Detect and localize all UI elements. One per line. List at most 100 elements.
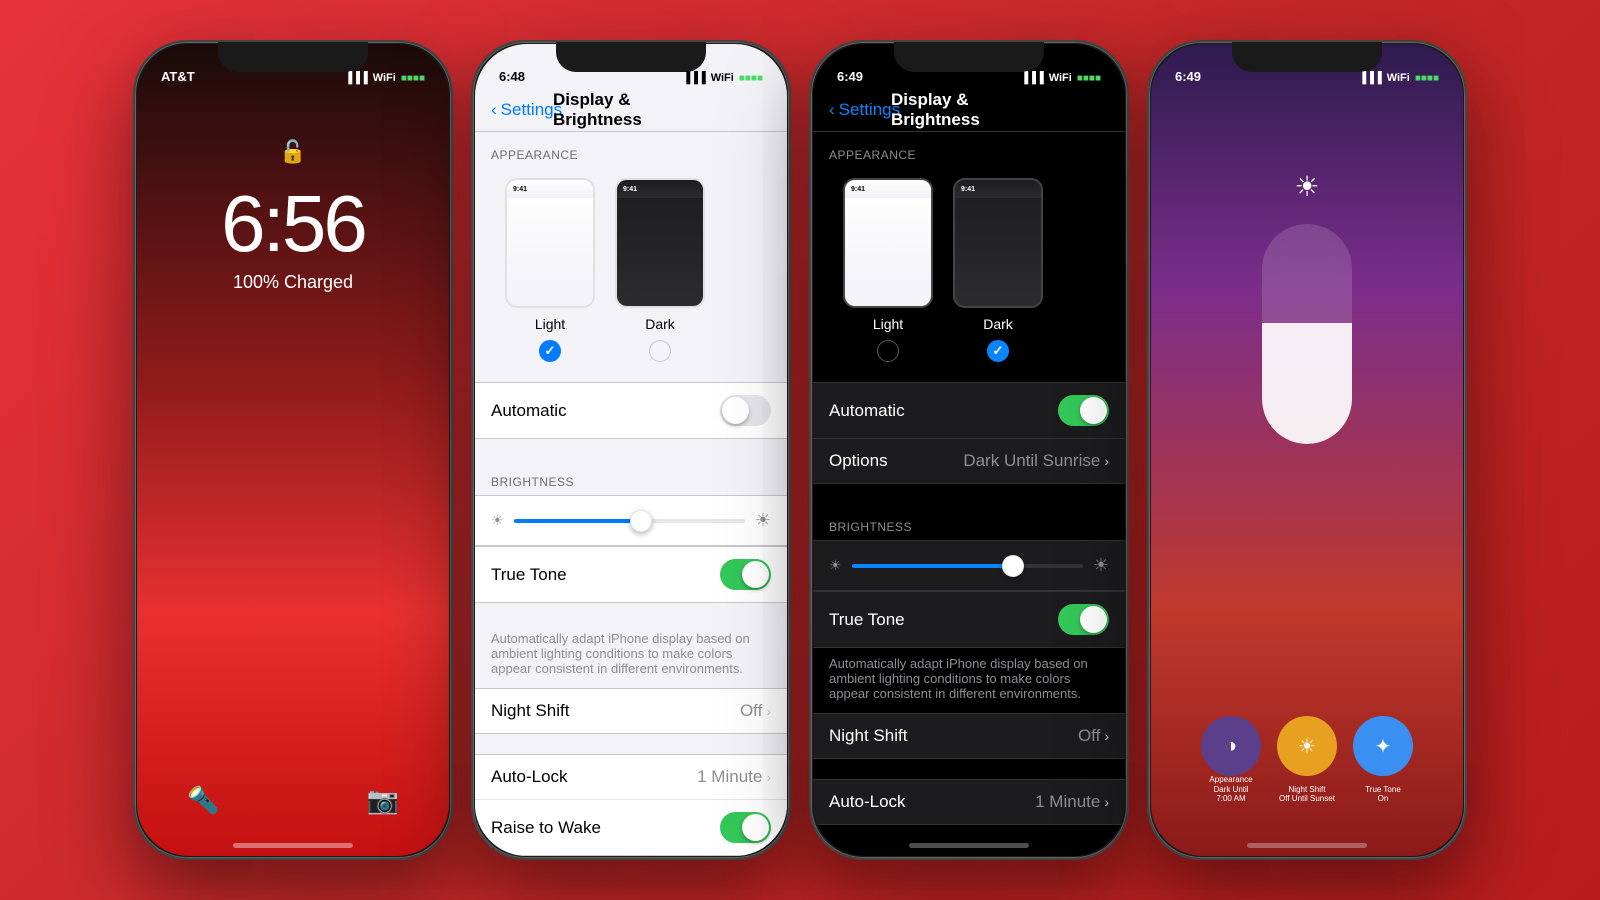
home-indicator-4 — [1247, 843, 1367, 848]
back-chevron-2: ‹ — [491, 100, 497, 120]
dark-option-2[interactable]: 9:41 Dark — [615, 178, 705, 362]
light-thumb-2: 9:41 — [505, 178, 595, 308]
carrier-label: AT&T — [161, 69, 195, 84]
nav-back-3[interactable]: ‹ Settings — [829, 100, 900, 120]
appearance-header-3: APPEARANCE — [813, 132, 1125, 168]
sun-icon-4: ☀ — [1285, 164, 1329, 208]
truetone-ctrl-btn[interactable]: ✦ — [1353, 716, 1413, 776]
signal-4: ▐▐▐ — [1358, 72, 1381, 84]
nightshift-label-2: Night Shift — [491, 701, 569, 721]
sun-large-2: ☀ — [755, 510, 771, 531]
thumb-time-dark2: 9:41 — [623, 186, 637, 193]
nightshift-ctrl-btn[interactable]: ☀ — [1277, 716, 1337, 776]
truetone-label-3: True Tone — [829, 610, 905, 630]
status-icons-4: ▐▐▐ WiFi ■■■■ — [1358, 72, 1439, 84]
truetone-desc-3: Automatically adapt iPhone display based… — [813, 648, 1125, 713]
brightness-slider-3[interactable]: ☀ ☀ — [829, 551, 1109, 580]
home-indicator-1 — [233, 843, 353, 848]
brightness-header-3: BRIGHTNESS — [813, 504, 1125, 540]
light-label-2: Light — [535, 316, 565, 332]
phone-2: 6:48 ▐▐▐ WiFi ■■■■ ‹ Settings Display & … — [471, 40, 791, 860]
time-label-4: 6:49 — [1175, 69, 1201, 84]
options-value-3: Dark Until Sunrise › — [963, 451, 1109, 471]
raise-toggle-2[interactable] — [720, 812, 771, 843]
lock-status: 100% Charged — [137, 272, 449, 293]
truetone-toggle-3[interactable] — [1058, 604, 1109, 635]
truetone-group-2: True Tone — [475, 546, 787, 603]
nav-title-3: Display & Brightness — [891, 90, 1047, 130]
autolock-chevron-2: › — [766, 769, 771, 785]
automatic-toggle-2[interactable] — [720, 395, 771, 426]
nightshift-btn-wrap: ☀ Night ShiftOff Until Sunset — [1277, 716, 1337, 776]
thumb-status-light: 9:41 — [507, 180, 593, 198]
truetone-row-2[interactable]: True Tone — [475, 547, 787, 602]
wifi-4: WiFi — [1387, 72, 1410, 84]
dark-radio-3[interactable] — [987, 340, 1009, 362]
settings-dark-screen: 6:49 ▐▐▐ WiFi ■■■■ ‹ Settings Display & … — [813, 44, 1125, 856]
autolock-row-2[interactable]: Auto-Lock 1 Minute › — [475, 755, 787, 800]
automatic-row-3[interactable]: Automatic — [813, 383, 1125, 439]
nightshift-value-3: Off › — [1078, 726, 1109, 746]
sun-small-2: ☀ — [491, 512, 504, 529]
autolock-row-3[interactable]: Auto-Lock 1 Minute › — [813, 780, 1125, 824]
nightshift-row-3[interactable]: Night Shift Off › — [813, 714, 1125, 758]
truetone-label-2: True Tone — [491, 565, 567, 585]
back-chevron-3: ‹ — [829, 100, 835, 120]
nav-back-2[interactable]: ‹ Settings — [491, 100, 562, 120]
autolock-group-2: Auto-Lock 1 Minute › Raise to Wake — [475, 754, 787, 856]
notch-1 — [223, 44, 363, 72]
truetone-toggle-2[interactable] — [720, 559, 771, 590]
sun-small-3: ☀ — [829, 557, 842, 574]
wifi-icon: WiFi — [373, 72, 396, 84]
phone-1: AT&T ▐▐▐ WiFi ■■■■ 🔓 6:56 100% Charged 🔦… — [133, 40, 453, 860]
slider-thumb-3[interactable] — [1002, 555, 1024, 577]
notch-2 — [561, 44, 701, 72]
appearance-ctrl-icon: ◑ — [1225, 735, 1237, 758]
automatic-toggle-3[interactable] — [1058, 395, 1109, 426]
phone-4: 6:49 ▐▐▐ WiFi ■■■■ ☀ ◑ AppearanceDark Un… — [1147, 40, 1467, 860]
automatic-row-2[interactable]: Automatic — [475, 383, 787, 438]
dark-label-2: Dark — [645, 316, 675, 332]
brightness-slider-2[interactable]: ☀ ☀ — [491, 506, 771, 535]
appearance-options-3: 9:41 Light 9:41 — [813, 168, 1125, 382]
autolock-value-3: 1 Minute › — [1035, 792, 1109, 812]
light-option-2[interactable]: 9:41 Light — [505, 178, 595, 362]
nightshift-row-2[interactable]: Night Shift Off › — [475, 689, 787, 733]
home-indicator-2 — [571, 843, 691, 848]
settings-light-screen: 6:48 ▐▐▐ WiFi ■■■■ ‹ Settings Display & … — [475, 44, 787, 856]
light-radio-3[interactable] — [877, 340, 899, 362]
truetone-ctrl-icon: ✦ — [1375, 734, 1392, 759]
settings-nav-2: ‹ Settings Display & Brightness — [475, 88, 787, 132]
autolock-value-2: 1 Minute › — [697, 767, 771, 787]
lock-bottom-actions: 🔦 📷 — [137, 785, 449, 816]
signal-icon: ▐▐▐ — [344, 72, 367, 84]
battery-3: ■■■■ — [1077, 73, 1101, 84]
light-radio-2[interactable] — [539, 340, 561, 362]
nightshift-value-2: Off › — [740, 701, 771, 721]
nightshift-ctrl-label: Night ShiftOff Until Sunset — [1279, 785, 1335, 804]
brightness-row-3: ☀ ☀ — [813, 540, 1125, 591]
slider-thumb-2[interactable] — [630, 510, 652, 532]
truetone-ctrl-label: True ToneOn — [1365, 785, 1401, 804]
status-icons-1: ▐▐▐ WiFi ■■■■ — [344, 72, 425, 84]
phone-3: 6:49 ▐▐▐ WiFi ■■■■ ‹ Settings Display & … — [809, 40, 1129, 860]
nav-title-2: Display & Brightness — [553, 90, 709, 130]
brightness-pill-4[interactable] — [1262, 224, 1352, 444]
sun-large-3: ☀ — [1093, 555, 1109, 576]
dark-option-3[interactable]: 9:41 Dark — [953, 178, 1043, 362]
light-label-3: Light — [873, 316, 903, 332]
status-icons-2: ▐▐▐ WiFi ■■■■ — [682, 72, 763, 84]
truetone-btn-wrap: ✦ True ToneOn — [1353, 716, 1413, 776]
options-row-3[interactable]: Options Dark Until Sunrise › — [813, 439, 1125, 483]
wifi-3: WiFi — [1049, 72, 1072, 84]
wifi-2: WiFi — [711, 72, 734, 84]
nightshift-ctrl-icon: ☀ — [1298, 734, 1316, 759]
dark-radio-2[interactable] — [649, 340, 671, 362]
slider-fill-3 — [852, 564, 1014, 568]
truetone-row-3[interactable]: True Tone — [813, 592, 1125, 647]
light-option-3[interactable]: 9:41 Light — [843, 178, 933, 362]
nightshift-chevron-2: › — [766, 703, 771, 719]
battery-2: ■■■■ — [739, 73, 763, 84]
lock-time: 6:56 — [137, 184, 449, 264]
appearance-ctrl-btn[interactable]: ◑ — [1201, 716, 1261, 776]
